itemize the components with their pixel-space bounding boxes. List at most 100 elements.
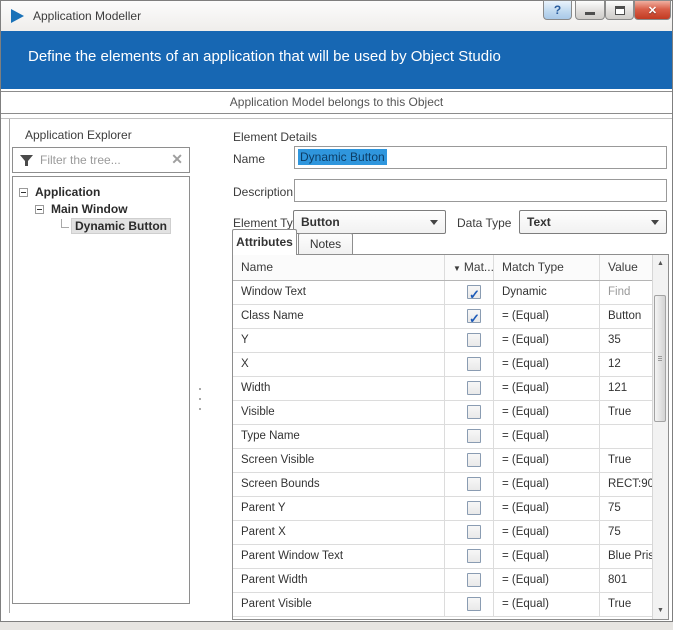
match-type-cell: = (Equal) xyxy=(494,377,600,400)
minimize-icon xyxy=(585,12,595,15)
match-cell xyxy=(445,521,494,544)
attribute-name-cell: Parent Width xyxy=(233,569,445,592)
tree-item-application[interactable]: Application xyxy=(13,183,189,200)
match-checkbox[interactable] xyxy=(467,573,481,587)
match-checkbox[interactable] xyxy=(467,429,481,443)
subheader-text: Application Model belongs to this Object xyxy=(230,95,443,109)
banner: Define the elements of an application th… xyxy=(1,31,672,89)
table-row[interactable]: Class Name= (Equal)Button xyxy=(233,305,652,329)
panel-splitter[interactable] xyxy=(199,388,202,418)
table-body: Window TextDynamicFindClass Name= (Equal… xyxy=(233,281,652,619)
attribute-name-cell: Screen Visible xyxy=(233,449,445,472)
attribute-name-cell: Parent X xyxy=(233,521,445,544)
match-checkbox[interactable] xyxy=(467,501,481,515)
column-header-value[interactable]: Value xyxy=(600,255,653,280)
close-icon: ✕ xyxy=(648,5,657,17)
column-header-name[interactable]: Name xyxy=(233,255,445,280)
scrollbar-grip xyxy=(658,356,662,362)
match-checkbox[interactable] xyxy=(467,453,481,467)
match-cell xyxy=(445,425,494,448)
match-checkbox[interactable] xyxy=(467,357,481,371)
chevron-down-icon xyxy=(430,220,438,225)
match-type-cell: = (Equal) xyxy=(494,329,600,352)
table-row[interactable]: Type Name= (Equal) xyxy=(233,425,652,449)
collapse-icon[interactable] xyxy=(35,205,44,214)
table-row[interactable]: Screen Visible= (Equal)True xyxy=(233,449,652,473)
match-checkbox[interactable] xyxy=(467,525,481,539)
match-cell xyxy=(445,401,494,424)
name-field[interactable]: Dynamic Button xyxy=(294,146,667,169)
scrollbar-thumb[interactable] xyxy=(654,295,666,422)
table-row[interactable]: Parent X= (Equal)75 xyxy=(233,521,652,545)
match-cell xyxy=(445,281,494,304)
table-row[interactable]: X= (Equal)12 xyxy=(233,353,652,377)
data-type-value: Text xyxy=(527,215,551,229)
close-button[interactable]: ✕ xyxy=(634,0,671,20)
value-cell: Blue Prism Training... xyxy=(600,545,653,568)
table-row[interactable]: Screen Bounds= (Equal)RECT:90,135,165,21… xyxy=(233,473,652,497)
value-cell: 75 xyxy=(600,497,653,520)
match-cell xyxy=(445,497,494,520)
filter-placeholder: Filter the tree... xyxy=(40,153,121,167)
vertical-scrollbar[interactable]: ▲ ▼ xyxy=(652,255,668,619)
match-checkbox[interactable] xyxy=(467,405,481,419)
match-cell xyxy=(445,305,494,328)
match-cell xyxy=(445,329,494,352)
help-button[interactable]: ? xyxy=(543,0,572,20)
match-type-cell: = (Equal) xyxy=(494,545,600,568)
tree-item-main-window[interactable]: Main Window xyxy=(13,200,189,217)
column-header-match-type[interactable]: Match Type xyxy=(494,255,600,280)
table-row[interactable]: Parent Y= (Equal)75 xyxy=(233,497,652,521)
match-type-cell: = (Equal) xyxy=(494,353,600,376)
attribute-name-cell: Visible xyxy=(233,401,445,424)
scroll-up-icon[interactable]: ▲ xyxy=(653,256,668,271)
element-type-value: Button xyxy=(301,215,340,229)
data-type-dropdown[interactable]: Text xyxy=(519,210,667,234)
match-type-cell: = (Equal) xyxy=(494,569,600,592)
table-row[interactable]: Parent Width= (Equal)801 xyxy=(233,569,652,593)
scroll-down-icon[interactable]: ▼ xyxy=(653,603,668,618)
match-checkbox[interactable] xyxy=(467,597,481,611)
match-type-cell: = (Equal) xyxy=(494,473,600,496)
match-cell xyxy=(445,593,494,616)
tree-item-label: Application xyxy=(32,185,103,199)
titlebar[interactable]: Application Modeller ? ✕ xyxy=(1,1,672,31)
match-cell xyxy=(445,545,494,568)
match-checkbox[interactable] xyxy=(467,381,481,395)
tab-attributes[interactable]: Attributes xyxy=(232,229,297,255)
table-row[interactable]: Y= (Equal)35 xyxy=(233,329,652,353)
table-row[interactable]: Parent Window Text= (Equal)Blue Prism Tr… xyxy=(233,545,652,569)
match-checkbox[interactable] xyxy=(467,549,481,563)
tree-item-dynamic-button[interactable]: Dynamic Button xyxy=(13,217,189,234)
value-cell: True xyxy=(600,593,653,616)
attribute-name-cell: Parent Visible xyxy=(233,593,445,616)
column-header-match[interactable]: ▼Mat... xyxy=(445,255,494,280)
tab-notes[interactable]: Notes xyxy=(298,233,353,255)
match-checkbox[interactable] xyxy=(467,285,481,299)
value-cell: True xyxy=(600,401,653,424)
match-checkbox[interactable] xyxy=(467,333,481,347)
collapse-icon[interactable] xyxy=(19,188,28,197)
attribute-name-cell: Class Name xyxy=(233,305,445,328)
application-tree: Application Main Window Dynamic Button xyxy=(12,176,190,604)
filter-tree-input[interactable]: Filter the tree... ✕ xyxy=(12,147,190,173)
match-checkbox[interactable] xyxy=(467,477,481,491)
table-row[interactable]: Visible= (Equal)True xyxy=(233,401,652,425)
clear-filter-icon[interactable]: ✕ xyxy=(171,151,183,168)
data-type-label: Data Type xyxy=(457,216,511,230)
restore-button[interactable] xyxy=(605,0,634,20)
attribute-name-cell: Screen Bounds xyxy=(233,473,445,496)
filter-triangle-icon: ▼ xyxy=(453,256,461,280)
element-type-dropdown[interactable]: Button xyxy=(293,210,446,234)
subheader-bar: Application Model belongs to this Object xyxy=(1,91,672,114)
attribute-name-cell: Y xyxy=(233,329,445,352)
tree-item-label: Main Window xyxy=(48,202,131,216)
table-row[interactable]: Window TextDynamicFind xyxy=(233,281,652,305)
description-field[interactable] xyxy=(294,179,667,202)
match-type-cell: = (Equal) xyxy=(494,425,600,448)
table-row[interactable]: Parent Visible= (Equal)True xyxy=(233,593,652,617)
table-row[interactable]: Width= (Equal)121 xyxy=(233,377,652,401)
match-checkbox[interactable] xyxy=(467,309,481,323)
tree-item-label: Dynamic Button xyxy=(72,219,170,233)
minimize-button[interactable] xyxy=(575,0,605,20)
